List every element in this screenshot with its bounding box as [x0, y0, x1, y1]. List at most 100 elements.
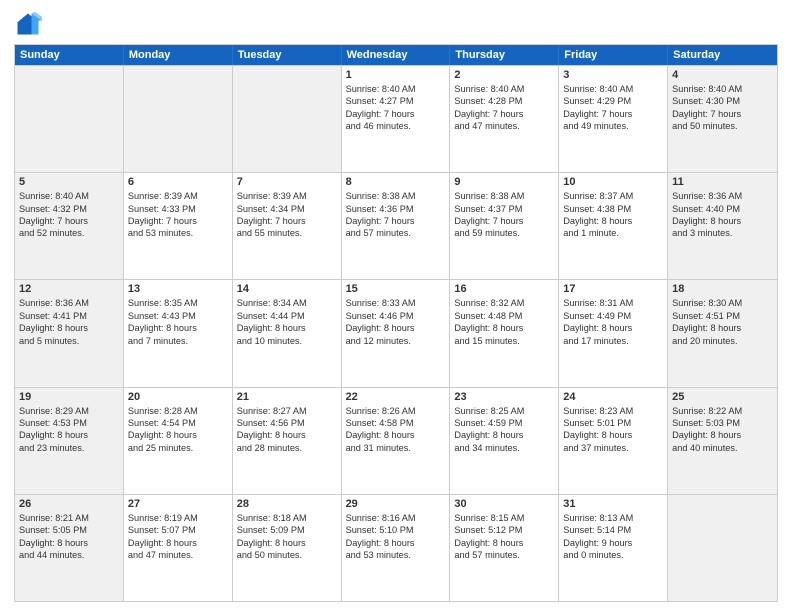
day-number: 9	[454, 176, 554, 188]
day-number: 16	[454, 283, 554, 295]
calendar-cell-3-2: 13Sunrise: 8:35 AM Sunset: 4:43 PM Dayli…	[124, 280, 233, 386]
cell-info: Sunrise: 8:40 AM Sunset: 4:30 PM Dayligh…	[672, 83, 773, 133]
calendar-cell-4-1: 19 Sunrise: 8:29 AM Sunset: 4:53 PM Dayli…	[15, 388, 124, 494]
cell-info: Sunrise: 8:23 AM Sunset: 5:01 PM Dayligh…	[563, 405, 663, 455]
calendar-week-2: 5 Sunrise: 8:40 AM Sunset: 4:32 PM Daylig…	[15, 172, 777, 279]
day-number: 31	[563, 498, 663, 510]
day-number: 28	[237, 498, 337, 510]
day-number: 1	[346, 69, 446, 81]
cell-info: Sunrise: 8:34 AM Sunset: 4:44 PM Dayligh…	[237, 297, 337, 347]
calendar-cell-1-3	[233, 66, 342, 172]
calendar-body: 1 Sunrise: 8:40 AM Sunset: 4:27 PM Daylig…	[15, 65, 777, 601]
day-number: 29	[346, 498, 446, 510]
day-number: 3	[563, 69, 663, 81]
day-number: 30	[454, 498, 554, 510]
cell-info: Sunrise: 8:40 AM Sunset: 4:29 PM Dayligh…	[563, 83, 663, 133]
cell-info: Sunrise: 8:32 AM Sunset: 4:48 PM Dayligh…	[454, 297, 554, 347]
day-number: 24	[563, 391, 663, 403]
cell-info: Sunrise: 8:18 AM Sunset: 5:09 PM Dayligh…	[237, 512, 337, 562]
cell-info: Sunrise: 8:37 AM Sunset: 4:38 PM Dayligh…	[563, 190, 663, 240]
header	[14, 10, 778, 38]
day-number: 27	[128, 498, 228, 510]
day-number: 14	[237, 283, 337, 295]
cell-info: Sunrise: 8:13 AM Sunset: 5:14 PM Dayligh…	[563, 512, 663, 562]
cell-info: Sunrise: 8:22 AM Sunset: 5:03 PM Dayligh…	[672, 405, 773, 455]
calendar-cell-5-4: 29 Sunrise: 8:16 AM Sunset: 5:10 PM Dayli…	[342, 495, 451, 601]
calendar-cell-2-3: 7 Sunrise: 8:39 AM Sunset: 4:34 PM Daylig…	[233, 173, 342, 279]
calendar-cell-1-4: 1 Sunrise: 8:40 AM Sunset: 4:27 PM Daylig…	[342, 66, 451, 172]
cell-info: Sunrise: 8:36 AM Sunset: 4:40 PM Dayligh…	[672, 190, 773, 240]
calendar: SundayMondayTuesdayWednesdayThursdayFrid…	[14, 44, 778, 602]
calendar-cell-1-1	[15, 66, 124, 172]
day-number: 12	[19, 283, 119, 295]
cell-info: Sunrise: 8:38 AM Sunset: 4:36 PM Dayligh…	[346, 190, 446, 240]
weekday-header-thursday: Thursday	[450, 45, 559, 65]
cell-info: Sunrise: 8:29 AM Sunset: 4:53 PM Dayligh…	[19, 405, 119, 455]
day-number: 26	[19, 498, 119, 510]
calendar-week-3: 12 Sunrise: 8:36 AM Sunset: 4:41 PM Dayli…	[15, 279, 777, 386]
day-number: 20	[128, 391, 228, 403]
calendar-header: SundayMondayTuesdayWednesdayThursdayFrid…	[15, 45, 777, 65]
calendar-cell-3-5: 16 Sunrise: 8:32 AM Sunset: 4:48 PM Dayli…	[450, 280, 559, 386]
cell-info: Sunrise: 8:40 AM Sunset: 4:27 PM Dayligh…	[346, 83, 446, 133]
cell-info: Sunrise: 8:36 AM Sunset: 4:41 PM Dayligh…	[19, 297, 119, 347]
calendar-cell-2-5: 9 Sunrise: 8:38 AM Sunset: 4:37 PM Daylig…	[450, 173, 559, 279]
logo	[14, 10, 46, 38]
day-number: 17	[563, 283, 663, 295]
day-number: 7	[237, 176, 337, 188]
day-number: 19	[19, 391, 119, 403]
calendar-cell-4-2: 20 Sunrise: 8:28 AM Sunset: 4:54 PM Dayli…	[124, 388, 233, 494]
calendar-cell-5-3: 28 Sunrise: 8:18 AM Sunset: 5:09 PM Dayli…	[233, 495, 342, 601]
calendar-cell-1-7: 4 Sunrise: 8:40 AM Sunset: 4:30 PM Daylig…	[668, 66, 777, 172]
calendar-cell-3-3: 14 Sunrise: 8:34 AM Sunset: 4:44 PM Dayli…	[233, 280, 342, 386]
cell-info: Sunrise: 8:27 AM Sunset: 4:56 PM Dayligh…	[237, 405, 337, 455]
day-number: 5	[19, 176, 119, 188]
calendar-cell-2-1: 5 Sunrise: 8:40 AM Sunset: 4:32 PM Daylig…	[15, 173, 124, 279]
calendar-cell-4-7: 25 Sunrise: 8:22 AM Sunset: 5:03 PM Dayli…	[668, 388, 777, 494]
day-number: 22	[346, 391, 446, 403]
calendar-cell-3-7: 18Sunrise: 8:30 AM Sunset: 4:51 PM Dayli…	[668, 280, 777, 386]
calendar-cell-2-6: 10 Sunrise: 8:37 AM Sunset: 4:38 PM Dayli…	[559, 173, 668, 279]
day-number: 11	[672, 176, 773, 188]
day-number: 2	[454, 69, 554, 81]
cell-info: Sunrise: 8:21 AM Sunset: 5:05 PM Dayligh…	[19, 512, 119, 562]
day-number: 23	[454, 391, 554, 403]
weekday-header-saturday: Saturday	[668, 45, 777, 65]
calendar-cell-4-5: 23 Sunrise: 8:25 AM Sunset: 4:59 PM Dayli…	[450, 388, 559, 494]
weekday-header-tuesday: Tuesday	[233, 45, 342, 65]
cell-info: Sunrise: 8:30 AM Sunset: 4:51 PM Dayligh…	[672, 297, 773, 347]
calendar-cell-4-4: 22 Sunrise: 8:26 AM Sunset: 4:58 PM Dayli…	[342, 388, 451, 494]
calendar-cell-4-3: 21 Sunrise: 8:27 AM Sunset: 4:56 PM Dayli…	[233, 388, 342, 494]
weekday-header-monday: Monday	[124, 45, 233, 65]
cell-info: Sunrise: 8:38 AM Sunset: 4:37 PM Dayligh…	[454, 190, 554, 240]
cell-info: Sunrise: 8:15 AM Sunset: 5:12 PM Dayligh…	[454, 512, 554, 562]
calendar-cell-1-6: 3 Sunrise: 8:40 AM Sunset: 4:29 PM Daylig…	[559, 66, 668, 172]
calendar-cell-5-6: 31 Sunrise: 8:13 AM Sunset: 5:14 PM Dayli…	[559, 495, 668, 601]
day-number: 8	[346, 176, 446, 188]
weekday-header-wednesday: Wednesday	[342, 45, 451, 65]
calendar-cell-3-4: 15Sunrise: 8:33 AM Sunset: 4:46 PM Dayli…	[342, 280, 451, 386]
cell-info: Sunrise: 8:28 AM Sunset: 4:54 PM Dayligh…	[128, 405, 228, 455]
cell-info: Sunrise: 8:25 AM Sunset: 4:59 PM Dayligh…	[454, 405, 554, 455]
day-number: 21	[237, 391, 337, 403]
calendar-cell-5-5: 30 Sunrise: 8:15 AM Sunset: 5:12 PM Dayli…	[450, 495, 559, 601]
calendar-cell-4-6: 24 Sunrise: 8:23 AM Sunset: 5:01 PM Dayli…	[559, 388, 668, 494]
cell-info: Sunrise: 8:26 AM Sunset: 4:58 PM Dayligh…	[346, 405, 446, 455]
calendar-cell-2-2: 6Sunrise: 8:39 AM Sunset: 4:33 PM Daylig…	[124, 173, 233, 279]
day-number: 15	[346, 283, 446, 295]
day-number: 25	[672, 391, 773, 403]
day-number: 10	[563, 176, 663, 188]
day-number: 4	[672, 69, 773, 81]
cell-info: Sunrise: 8:40 AM Sunset: 4:32 PM Dayligh…	[19, 190, 119, 240]
cell-info: Sunrise: 8:16 AM Sunset: 5:10 PM Dayligh…	[346, 512, 446, 562]
calendar-cell-5-1: 26 Sunrise: 8:21 AM Sunset: 5:05 PM Dayli…	[15, 495, 124, 601]
calendar-cell-3-1: 12 Sunrise: 8:36 AM Sunset: 4:41 PM Dayli…	[15, 280, 124, 386]
calendar-week-4: 19 Sunrise: 8:29 AM Sunset: 4:53 PM Dayli…	[15, 387, 777, 494]
cell-info: Sunrise: 8:35 AM Sunset: 4:43 PM Dayligh…	[128, 297, 228, 347]
cell-info: Sunrise: 8:39 AM Sunset: 4:34 PM Dayligh…	[237, 190, 337, 240]
weekday-header-friday: Friday	[559, 45, 668, 65]
calendar-cell-5-2: 27Sunrise: 8:19 AM Sunset: 5:07 PM Dayli…	[124, 495, 233, 601]
cell-info: Sunrise: 8:31 AM Sunset: 4:49 PM Dayligh…	[563, 297, 663, 347]
calendar-cell-3-6: 17 Sunrise: 8:31 AM Sunset: 4:49 PM Dayli…	[559, 280, 668, 386]
calendar-cell-1-5: 2Sunrise: 8:40 AM Sunset: 4:28 PM Daylig…	[450, 66, 559, 172]
